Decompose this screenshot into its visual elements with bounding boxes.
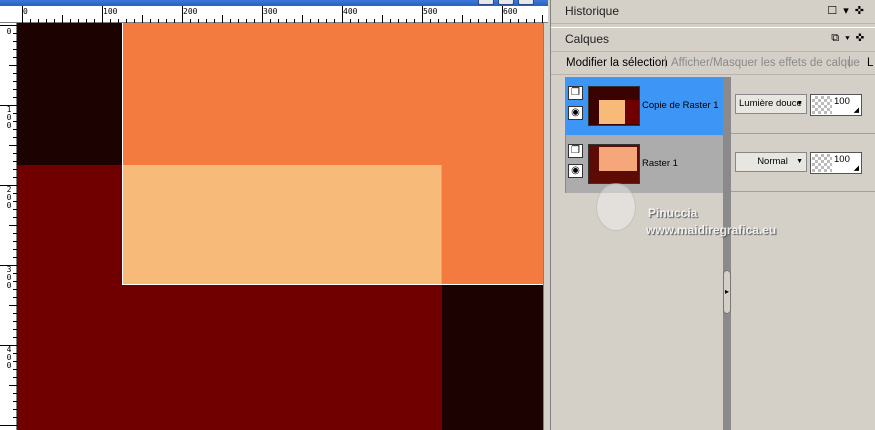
- layer-thumbnail: [588, 144, 640, 184]
- edge-line: [122, 284, 543, 285]
- layer-link-icon[interactable]: ❐: [568, 86, 583, 100]
- layer-name[interactable]: Raster 1: [642, 158, 678, 169]
- eye-icon[interactable]: ◉: [568, 164, 583, 178]
- palettes-panel: Historique ☐▾✜ Calques ⧉▾✜ Modifier la s…: [550, 0, 875, 430]
- pin-icon[interactable]: ✜: [856, 32, 870, 44]
- dark-brown-block: [17, 23, 122, 165]
- dropdown-arrow-icon[interactable]: ▾: [843, 5, 855, 17]
- ruler-label: 100: [103, 7, 118, 16]
- close-button[interactable]: [518, 0, 534, 5]
- ruler-label: 300: [6, 265, 12, 290]
- layers-title: Calques: [565, 32, 610, 46]
- ruler-label: 500: [423, 7, 438, 16]
- toolbar-separator: |: [664, 56, 667, 68]
- layer-props-row: Normal ▼ 100 ◢: [731, 135, 875, 192]
- modify-selection-button[interactable]: Modifier la sélection: [566, 57, 668, 69]
- blend-mode-value: Lumière douce: [739, 98, 802, 109]
- layer-name[interactable]: Copie de Raster 1: [642, 100, 719, 111]
- image-window: 0 100 200 300 400 500 600 0 100 200 300 …: [0, 0, 548, 430]
- layer-properties: Lumière douce ▼ 100 ◢ Normal ▼ 100 ◢: [731, 77, 875, 193]
- transparency-checker-icon: [812, 96, 832, 114]
- layer-thumbnail: [588, 86, 640, 126]
- layer-row-copie-de-raster-1[interactable]: ❐ ◉ Copie de Raster 1: [566, 78, 724, 135]
- toolbar-separator: |: [848, 56, 851, 68]
- orange-block: [442, 165, 543, 285]
- history-palette-header[interactable]: Historique ☐▾✜: [551, 0, 875, 24]
- orange-block: [122, 23, 543, 165]
- thumbnail-peach: [599, 147, 637, 171]
- peach-block: [122, 165, 442, 285]
- layer-link-icon[interactable]: ❐: [568, 144, 583, 158]
- horizontal-ruler: 0 100 200 300 400 500 600: [0, 6, 548, 23]
- ruler-label: 300: [263, 7, 278, 16]
- ruler-label: 400: [6, 345, 12, 370]
- layer-props-row: Lumière douce ▼ 100 ◢: [731, 77, 875, 134]
- dropdown-arrow-icon[interactable]: ▾: [845, 32, 856, 44]
- ruler-label: 0: [23, 7, 28, 16]
- opacity-value: 100: [834, 96, 850, 107]
- dark-brown-block: [442, 285, 543, 430]
- palette-splitter[interactable]: [723, 77, 731, 430]
- ruler-label: 200: [183, 7, 198, 16]
- layer-row-raster-1[interactable]: ❐ ◉ Raster 1: [566, 136, 724, 193]
- restore-icon[interactable]: ☐: [827, 5, 843, 17]
- edge-line: [122, 23, 123, 285]
- palette-controls: ⧉▾✜: [831, 32, 870, 45]
- blend-mode-select[interactable]: Normal ▼: [735, 152, 807, 172]
- ruler-label: 600: [503, 7, 518, 16]
- opacity-value: 100: [834, 154, 850, 165]
- toolbar-more-button[interactable]: L: [867, 57, 873, 69]
- maximize-button[interactable]: [498, 0, 514, 5]
- dropdown-arrow-icon: ▼: [796, 100, 803, 107]
- resize-corner-icon: ◢: [853, 107, 859, 114]
- ruler-label: 200: [6, 185, 12, 210]
- opacity-field[interactable]: 100 ◢: [810, 94, 862, 116]
- splitter-arrow-icon[interactable]: ▸: [723, 270, 731, 314]
- eye-icon[interactable]: ◉: [568, 106, 583, 120]
- dropdown-arrow-icon: ▼: [796, 158, 803, 165]
- dark-red-block: [17, 165, 122, 430]
- restore-icon[interactable]: ⧉: [831, 32, 845, 44]
- thumbnail-peach: [599, 100, 627, 124]
- layer-icons: ❐ ◉: [568, 144, 584, 184]
- window-edge: [543, 23, 548, 430]
- layers-toolbar: Modifier la sélection | Afficher/Masquer…: [551, 51, 875, 75]
- ruler-label: 400: [343, 7, 358, 16]
- resize-corner-icon: ◢: [853, 165, 859, 172]
- history-title: Historique: [565, 4, 620, 18]
- image-canvas[interactable]: [17, 23, 543, 430]
- vertical-ruler: 0 100 200 300 400: [0, 23, 17, 430]
- blend-mode-select[interactable]: Lumière douce ▼: [735, 94, 807, 114]
- thumbnail-red: [625, 100, 639, 124]
- toggle-layer-effects-button[interactable]: Afficher/Masquer les effets de calque: [671, 57, 860, 69]
- layer-icons: ❐ ◉: [568, 86, 584, 126]
- ruler-label: 0: [6, 27, 12, 36]
- ruler-label: 100: [6, 105, 12, 130]
- minimize-button[interactable]: [478, 0, 494, 5]
- layer-list-empty-area: [565, 193, 723, 430]
- layer-list: ❐ ◉ Copie de Raster 1 ❐ ◉ Raster 1: [565, 77, 725, 193]
- transparency-checker-icon: [812, 154, 832, 172]
- blend-mode-value: Normal: [757, 156, 788, 167]
- palette-controls: ☐▾✜: [827, 4, 870, 17]
- pin-icon[interactable]: ✜: [855, 5, 870, 17]
- dark-red-block: [122, 285, 442, 430]
- opacity-field[interactable]: 100 ◢: [810, 152, 862, 174]
- layers-palette-header[interactable]: Calques ⧉▾✜: [551, 27, 875, 51]
